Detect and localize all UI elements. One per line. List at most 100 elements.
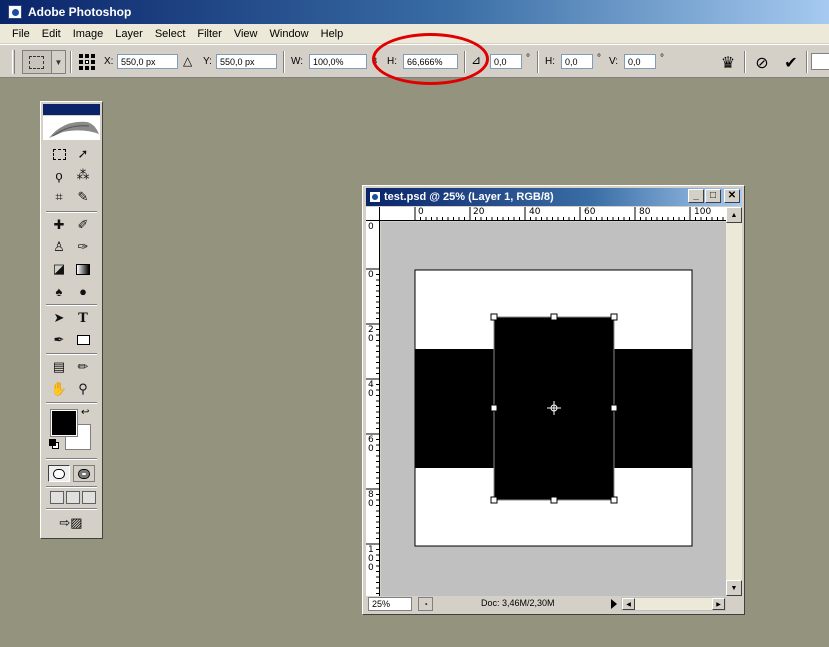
x-position-field[interactable]: 550,0 px — [117, 54, 178, 69]
quick-mask-mode-button[interactable] — [73, 465, 95, 482]
eraser-tool-icon[interactable]: ◪ — [49, 259, 69, 279]
move-tool-icon[interactable]: ➚ — [73, 144, 93, 164]
menu-filter[interactable]: Filter — [191, 28, 227, 40]
maximize-button[interactable]: □ — [705, 189, 721, 203]
zoom-level-field[interactable]: 25% — [368, 597, 412, 611]
horizontal-skew-field[interactable]: 0,0 — [561, 54, 593, 69]
menu-view[interactable]: View — [228, 28, 264, 40]
palette-divider — [46, 211, 97, 213]
ruler-tick-label: 6 0 — [368, 435, 374, 454]
crop-tool-icon[interactable]: ⌗ — [49, 187, 69, 207]
y-label: Y: — [203, 56, 212, 67]
status-bar-icon[interactable]: ◔ — [418, 597, 433, 611]
clone-stamp-tool-icon[interactable]: ♙ — [49, 237, 69, 257]
separator — [283, 51, 285, 73]
rotate-field[interactable]: 0,0 — [490, 54, 522, 69]
slice-tool-icon[interactable]: ✎ — [73, 187, 93, 207]
magic-wand-tool-icon[interactable]: ⁂ — [73, 165, 93, 185]
y-position-field[interactable]: 550,0 px — [216, 54, 277, 69]
menu-layer[interactable]: Layer — [109, 28, 149, 40]
menu-help[interactable]: Help — [315, 28, 350, 40]
separator — [537, 51, 539, 73]
gradient-tool-icon[interactable] — [73, 259, 93, 279]
commit-transform-icon[interactable]: ✔ — [781, 53, 801, 73]
menu-select[interactable]: Select — [149, 28, 192, 40]
standard-screen-mode-button[interactable] — [50, 491, 64, 504]
separator — [70, 51, 72, 73]
eyedropper-tool-icon[interactable]: ✏ — [73, 357, 93, 377]
full-screen-mode-button[interactable] — [82, 491, 96, 504]
ruler-tick-label: 100 — [694, 207, 712, 217]
palette-divider — [46, 458, 97, 460]
lasso-tool-icon[interactable]: ϙ — [49, 165, 69, 185]
default-colors-icon[interactable] — [49, 439, 59, 449]
warp-mode-icon[interactable]: ♛ — [718, 53, 738, 73]
scroll-left-arrow[interactable]: ◀ — [622, 598, 635, 610]
scroll-up-arrow[interactable]: ▲ — [726, 207, 742, 223]
reference-point-locator[interactable] — [78, 53, 96, 71]
notes-tool-icon[interactable]: ▤ — [49, 357, 69, 377]
ruler-tick-label: 2 0 — [368, 325, 374, 344]
tools-palette-title-bar[interactable] — [43, 104, 100, 115]
horizontal-ruler[interactable]: 0 20 40 60 80 100 — [380, 207, 726, 221]
close-button[interactable]: ✕ — [724, 189, 740, 203]
blur-tool-icon[interactable]: ♠ — [49, 281, 69, 301]
document-status-bar: 25% ◔ Doc: 3,46M/2,30M ◀ ▶ — [366, 596, 742, 612]
marquee-tool-icon[interactable] — [49, 144, 69, 164]
vertical-skew-label: V: — [609, 56, 619, 67]
swap-colors-icon[interactable]: ↩ — [81, 407, 89, 418]
rectangle-tool-icon[interactable] — [73, 330, 93, 350]
standard-mode-button[interactable] — [48, 465, 70, 482]
zoom-tool-icon[interactable]: ⚲ — [73, 379, 93, 399]
foreground-color-swatch[interactable] — [50, 409, 78, 437]
ruler-tick-label: 8 0 — [368, 490, 374, 509]
ruler-tick-label: 40 — [529, 207, 541, 217]
photoshop-feather-logo[interactable] — [43, 116, 100, 140]
palette-divider — [46, 353, 97, 355]
history-brush-tool-icon[interactable]: ✑ — [73, 237, 93, 257]
ruler-tick-label: 80 — [639, 207, 651, 217]
canvas-area[interactable] — [381, 222, 726, 601]
x-label: X: — [104, 56, 114, 67]
hand-tool-icon[interactable]: ✋ — [49, 379, 69, 399]
options-bar-grip[interactable] — [12, 50, 15, 74]
ruler-tick-label: 20 — [473, 207, 485, 217]
status-menu-arrow-icon[interactable] — [611, 599, 617, 609]
dodge-tool-icon[interactable]: ● — [73, 281, 93, 301]
chevron-down-icon[interactable]: ▼ — [52, 50, 66, 74]
healing-brush-tool-icon[interactable]: ✚ — [49, 215, 69, 235]
app-title: Adobe Photoshop — [28, 5, 132, 19]
scroll-down-arrow[interactable]: ▼ — [726, 580, 742, 596]
jump-to-imageready-icon[interactable]: ⇨▨ — [49, 514, 93, 532]
menu-edit[interactable]: Edit — [36, 28, 67, 40]
path-selection-tool-icon[interactable]: ➤ — [49, 308, 69, 328]
menu-file[interactable]: File — [0, 28, 36, 40]
vertical-ruler[interactable]: 0 0 2 0 4 0 6 0 8 0 1 0 0 — [366, 221, 380, 601]
width-label: W: — [291, 56, 304, 67]
palette-divider — [46, 508, 97, 510]
minimize-button[interactable]: _ — [688, 189, 704, 203]
ruler-origin[interactable] — [366, 207, 380, 221]
horizontal-skew-label: H: — [545, 56, 555, 67]
tools-palette: ➚ ϙ ⁂ ⌗ ✎ ✚ ✐ ♙ ✑ ◪ ♠ ● ➤ T ✒ ▤ ✏ ✋ ⚲ ↩ … — [40, 101, 103, 539]
menu-image[interactable]: Image — [67, 28, 110, 40]
vertical-skew-field[interactable]: 0,0 — [624, 54, 656, 69]
horizontal-scrollbar[interactable]: ◀ ▶ — [621, 597, 726, 611]
document-title-bar[interactable]: test.psd @ 25% (Layer 1, RGB/8) — [366, 188, 742, 206]
pen-tool-icon[interactable]: ✒ — [49, 330, 69, 350]
vertical-scrollbar[interactable]: ▲ ▼ — [726, 207, 742, 596]
scroll-right-arrow[interactable]: ▶ — [712, 598, 725, 610]
document-icon — [369, 191, 381, 203]
tool-preset-picker[interactable] — [22, 50, 52, 74]
full-screen-menu-mode-button[interactable] — [66, 491, 80, 504]
cancel-transform-icon[interactable]: ⊘ — [752, 53, 772, 73]
ruler-tick-label: 4 0 — [368, 380, 374, 399]
palette-well-button[interactable] — [811, 53, 829, 70]
relative-position-icon[interactable]: △ — [183, 54, 192, 68]
document-size-info: Doc: 3,46M/2,30M — [481, 598, 555, 608]
menu-window[interactable]: Window — [264, 28, 315, 40]
type-tool-icon[interactable]: T — [73, 308, 93, 328]
photoshop-app-icon — [8, 5, 22, 19]
width-scale-field[interactable]: 100,0% — [309, 54, 367, 69]
brush-tool-icon[interactable]: ✐ — [73, 215, 93, 235]
